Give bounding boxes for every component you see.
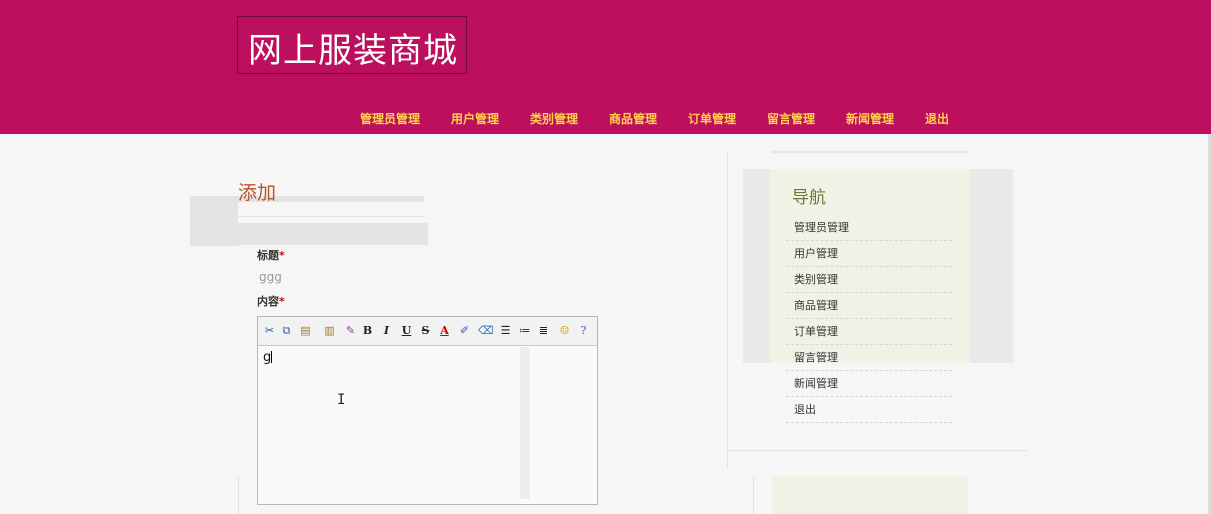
site-header: 网上服装商城 管理员管理 用户管理 类别管理 商品管理 订单管理 留言管理 新闻… — [0, 0, 1211, 134]
paste-word-icon[interactable]: ✎ — [343, 323, 358, 338]
nav-news-management[interactable]: 新闻管理 — [846, 110, 894, 127]
bulleted-list-icon[interactable]: ≔ — [517, 323, 532, 338]
help-icon[interactable]: ? — [576, 323, 591, 338]
nav-logout[interactable]: 退出 — [925, 110, 949, 127]
numbered-list-icon[interactable]: ≣ — [536, 323, 551, 338]
title-label: 标题* — [257, 249, 285, 262]
italic-icon[interactable]: I — [379, 323, 394, 338]
content-divider — [238, 476, 239, 514]
sidebar-item-message-management[interactable]: 留言管理 — [786, 345, 952, 371]
content-divider — [753, 476, 754, 514]
nav-admin-management[interactable]: 管理员管理 — [360, 110, 420, 127]
cut-icon[interactable]: ✂ — [262, 323, 277, 338]
mouse-ibeam-cursor: I — [337, 392, 346, 408]
page-title: 添加 — [238, 182, 277, 204]
emoticon-icon[interactable]: ☺ — [557, 323, 572, 338]
align-icon[interactable]: ☰ — [498, 323, 513, 338]
background-artifact — [238, 223, 428, 245]
sidebar-bottom-box — [772, 476, 968, 514]
sidebar-item-product-management[interactable]: 商品管理 — [786, 293, 952, 319]
column-divider — [727, 153, 728, 468]
sidebar-top-rule — [772, 151, 969, 153]
editor-text: g — [263, 350, 272, 365]
nav-order-management[interactable]: 订单管理 — [688, 110, 736, 127]
sidebar-item-news-management[interactable]: 新闻管理 — [786, 371, 952, 397]
sidebar-title: 导航 — [792, 188, 826, 208]
nav-product-management[interactable]: 商品管理 — [609, 110, 657, 127]
paste-text-icon[interactable]: ▥ — [322, 323, 337, 338]
highlight-icon[interactable]: ✐ — [457, 323, 472, 338]
paste-icon[interactable]: ▤ — [298, 323, 313, 338]
remove-format-icon[interactable]: ⌫ — [478, 323, 494, 338]
editor-scroll-artifact — [520, 347, 530, 499]
background-artifact — [190, 196, 238, 246]
site-title: 网上服装商城 — [248, 31, 458, 71]
bold-icon[interactable]: B — [360, 323, 375, 338]
sidebar-item-admin-management[interactable]: 管理员管理 — [786, 215, 952, 241]
copy-icon[interactable]: ⧉ — [279, 323, 294, 338]
editor-toolbar: ✂ ⧉ ▤ ▥ ✎ B I U S A ✐ ⌫ ☰ ≔ ≣ ☺ ? — [258, 317, 597, 346]
sidebar-divider — [727, 450, 1027, 451]
top-nav: 管理员管理 用户管理 类别管理 商品管理 订单管理 留言管理 新闻管理 退出 — [0, 110, 1211, 126]
underline-icon[interactable]: U — [399, 323, 414, 338]
title-divider — [238, 216, 424, 217]
sidebar-item-order-management[interactable]: 订单管理 — [786, 319, 952, 345]
nav-message-management[interactable]: 留言管理 — [767, 110, 815, 127]
nav-user-management[interactable]: 用户管理 — [451, 110, 499, 127]
nav-category-management[interactable]: 类别管理 — [530, 110, 578, 127]
sidebar-item-logout[interactable]: 退出 — [786, 397, 952, 423]
sidebar-nav: 管理员管理 用户管理 类别管理 商品管理 订单管理 留言管理 新闻管理 退出 — [786, 215, 952, 423]
font-color-icon[interactable]: A — [437, 323, 452, 338]
strikethrough-icon[interactable]: S — [418, 323, 433, 338]
title-input[interactable] — [257, 268, 461, 286]
content-label: 内容* — [257, 295, 285, 308]
sidebar-item-category-management[interactable]: 类别管理 — [786, 267, 952, 293]
editor-content-area[interactable]: g — [258, 346, 597, 504]
text-cursor — [271, 351, 273, 363]
site-logo[interactable]: 网上服装商城 — [237, 16, 467, 74]
rich-text-editor: ✂ ⧉ ▤ ▥ ✎ B I U S A ✐ ⌫ ☰ ≔ ≣ ☺ ? g — [257, 316, 598, 505]
sidebar-item-user-management[interactable]: 用户管理 — [786, 241, 952, 267]
